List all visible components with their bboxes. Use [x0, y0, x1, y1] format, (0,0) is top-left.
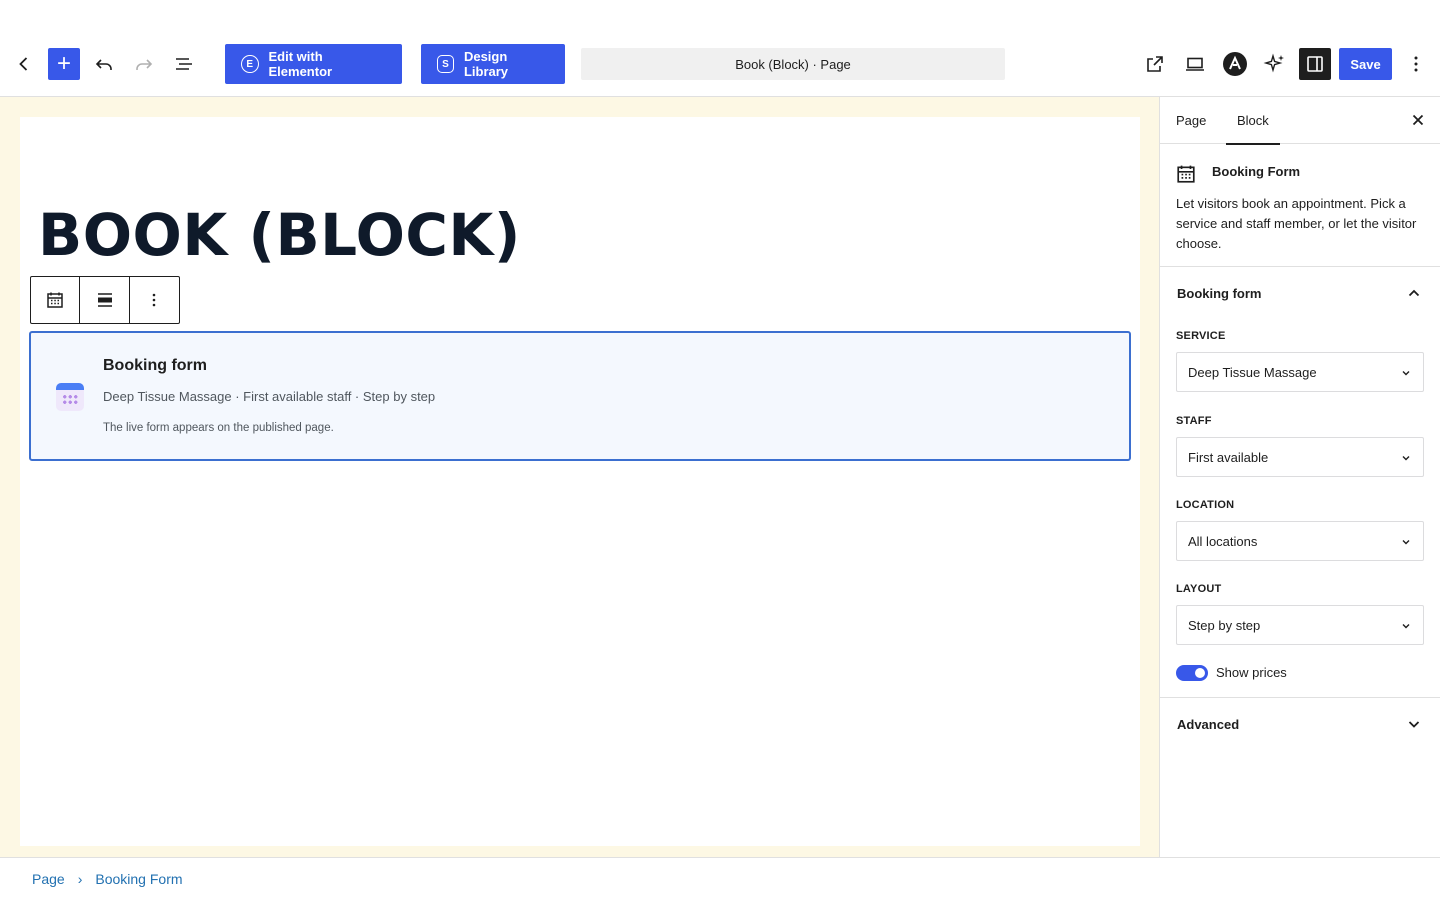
- design-library-button[interactable]: S Design Library: [421, 44, 565, 84]
- block-type-button[interactable]: [31, 277, 81, 323]
- block-card-description: Let visitors book an appointment. Pick a…: [1176, 196, 1417, 251]
- back-button[interactable]: [8, 48, 40, 80]
- booking-form-panel: Booking form Service Deep Tissue Massage…: [1160, 267, 1440, 698]
- options-menu-button[interactable]: [1400, 48, 1432, 80]
- redo-icon: [136, 59, 153, 70]
- document-title-bar[interactable]: Book (Block) · Page: [581, 48, 1005, 80]
- block-card: Booking Form Let visitors book an appoin…: [1160, 144, 1440, 267]
- calendar-icon: [1177, 165, 1195, 183]
- tab-page[interactable]: Page: [1176, 97, 1206, 144]
- tab-block[interactable]: Block: [1226, 97, 1280, 145]
- chevron-down-icon: [1402, 540, 1410, 545]
- location-select[interactable]: All locations: [1176, 521, 1424, 561]
- block-inserter-button[interactable]: +: [48, 48, 80, 80]
- chevron-down-icon: [1402, 456, 1410, 461]
- undo-button[interactable]: [88, 48, 120, 80]
- design-library-logo-icon: S: [437, 55, 454, 73]
- list-view-icon: [176, 58, 192, 70]
- settings-sidebar-toggle[interactable]: [1299, 48, 1331, 80]
- calendar-icon: [47, 292, 63, 308]
- location-label: Location: [1176, 499, 1235, 511]
- chevron-down-icon: [1408, 721, 1420, 728]
- chevron-down-icon: [1402, 371, 1410, 376]
- page-canvas[interactable]: BOOK (BLOCK) Booking form Deep Tissue Ma…: [20, 117, 1140, 846]
- sparkles-icon: [1263, 53, 1284, 73]
- edit-with-elementor-label: Edit with Elementor: [268, 49, 333, 79]
- advanced-panel-title: Advanced: [1177, 716, 1240, 732]
- undo-icon: [95, 59, 112, 70]
- desktop-icon: [1186, 57, 1204, 71]
- view-page-button[interactable]: [1139, 48, 1171, 80]
- chevron-up-icon: [1408, 289, 1420, 297]
- redo-button[interactable]: [128, 48, 160, 80]
- service-label: Service: [1176, 330, 1226, 342]
- advanced-panel-toggle[interactable]: Advanced: [1160, 698, 1440, 750]
- booking-form-block[interactable]: Booking form Deep Tissue Massage · First…: [29, 331, 1131, 461]
- close-sidebar-button[interactable]: [1406, 108, 1430, 132]
- show-prices-toggle[interactable]: [1176, 665, 1208, 681]
- show-prices-label: Show prices: [1216, 665, 1287, 680]
- booking-calendar-icon: [56, 383, 84, 411]
- sidebar-icon: [1307, 56, 1323, 72]
- service-select[interactable]: Deep Tissue Massage: [1176, 352, 1424, 392]
- block-breadcrumb: Page › Booking Form: [0, 857, 1440, 900]
- service-value: Deep Tissue Massage: [1188, 364, 1317, 380]
- staff-label: Staff: [1176, 415, 1212, 427]
- editor-header: + E Edit with Elementor S Design Library…: [0, 0, 1440, 97]
- document-title: Book (Block) · Page: [735, 56, 851, 72]
- astra-logo-icon: [1223, 52, 1247, 76]
- page-title[interactable]: BOOK (BLOCK): [38, 199, 521, 271]
- booking-form-panel-toggle[interactable]: Booking form: [1160, 267, 1440, 319]
- booking-form-panel-title: Booking form: [1177, 285, 1262, 301]
- booking-block-note: The live form appears on the published p…: [103, 422, 334, 434]
- location-value: All locations: [1188, 533, 1258, 549]
- layout-select[interactable]: Step by step: [1176, 605, 1424, 645]
- breadcrumb-booking-form[interactable]: Booking Form: [95, 871, 182, 887]
- more-vertical-icon: [153, 293, 156, 307]
- block-card-title: Booking Form: [1212, 164, 1301, 179]
- align-button[interactable]: [80, 277, 130, 323]
- more-vertical-icon: [1414, 56, 1418, 72]
- layout-label: Layout: [1176, 583, 1222, 595]
- staff-value: First available: [1188, 449, 1269, 465]
- block-options-button[interactable]: [130, 277, 179, 323]
- block-toolbar: [30, 276, 180, 324]
- document-overview-button[interactable]: [168, 48, 200, 80]
- save-label: Save: [1350, 56, 1381, 72]
- save-button[interactable]: Save: [1339, 48, 1392, 80]
- layout-value: Step by step: [1188, 617, 1261, 633]
- booking-block-summary: Deep Tissue Massage · First available st…: [103, 389, 436, 404]
- breadcrumb-page[interactable]: Page: [32, 871, 65, 887]
- edit-with-elementor-button[interactable]: E Edit with Elementor: [225, 44, 402, 84]
- align-wide-icon: [97, 293, 112, 307]
- sidebar-tabs: Page Block: [1160, 97, 1440, 145]
- breadcrumb-separator-icon: ›: [77, 871, 83, 887]
- astra-settings-button[interactable]: [1219, 48, 1251, 80]
- chevron-down-icon: [1402, 624, 1410, 629]
- elementor-logo-icon: E: [241, 55, 259, 73]
- plus-icon: +: [56, 50, 71, 77]
- chevron-left-icon: [19, 57, 28, 71]
- ai-assistant-button[interactable]: [1259, 48, 1291, 80]
- editor-canvas: BOOK (BLOCK) Booking form Deep Tissue Ma…: [0, 97, 1159, 857]
- settings-sidebar: Page Block Booking Form Let visitors boo…: [1159, 97, 1440, 857]
- close-icon: [1412, 114, 1424, 126]
- booking-block-title: Booking form: [103, 357, 207, 374]
- external-link-icon: [1147, 56, 1163, 72]
- preview-device-button[interactable]: [1179, 48, 1211, 80]
- design-library-label: Design Library: [463, 49, 509, 79]
- staff-select[interactable]: First available: [1176, 437, 1424, 477]
